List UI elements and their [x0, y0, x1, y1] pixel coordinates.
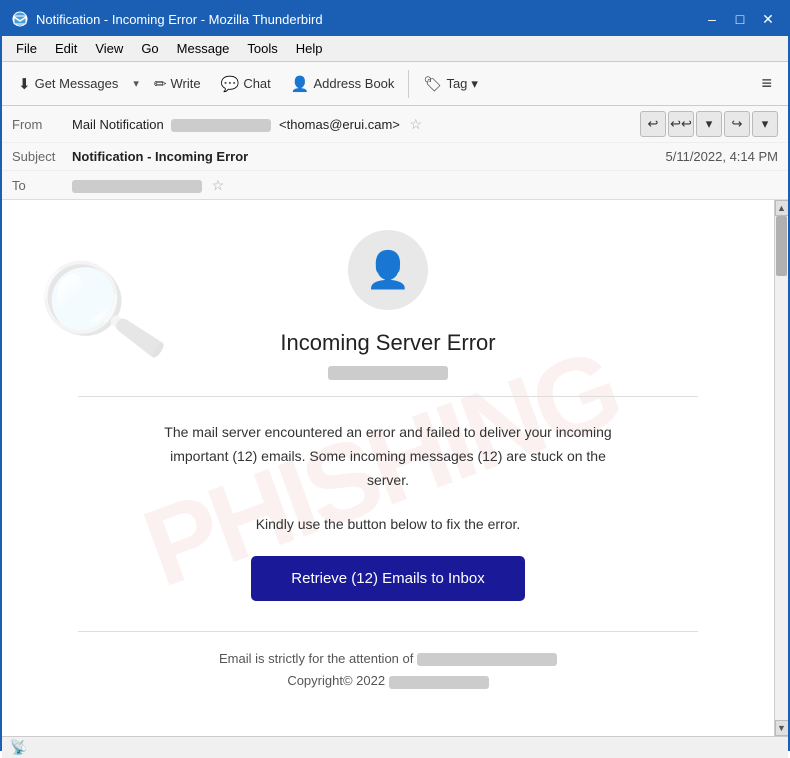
- scroll-track[interactable]: [775, 216, 788, 720]
- maximize-button[interactable]: □: [730, 9, 750, 29]
- menu-message[interactable]: Message: [169, 39, 238, 58]
- nav-dropdown-button[interactable]: ▾: [696, 111, 722, 137]
- subject-row: Subject Notification - Incoming Error 5/…: [2, 143, 788, 171]
- from-name: Mail Notification: [72, 117, 164, 132]
- cta-text: Kindly use the button below to fix the e…: [78, 516, 698, 532]
- email-title: Incoming Server Error: [78, 330, 698, 356]
- nav-buttons: ↩ ↩↩ ▾ ↪ ▾: [640, 111, 778, 137]
- from-address-blurred: [171, 119, 271, 132]
- subject-label: Subject: [12, 149, 72, 164]
- tag-button[interactable]: 🏷 Tag ▾: [415, 71, 486, 97]
- toolbar-separator: [408, 70, 409, 98]
- star-icon[interactable]: ☆: [410, 116, 423, 132]
- chat-icon: 💬: [221, 75, 240, 93]
- footer-domain-blurred: [389, 676, 489, 689]
- get-messages-button[interactable]: ⬇ Get Messages: [10, 71, 126, 97]
- write-button[interactable]: ✏ Write: [146, 71, 209, 97]
- divider-bottom: [78, 631, 698, 632]
- email-body-wrapper: 🔍 PHISHING 👤 Incoming Server Error The m…: [2, 200, 788, 736]
- tag-icon: 🏷: [423, 75, 442, 93]
- from-row: From Mail Notification <thomas@erui.cam>…: [2, 106, 788, 143]
- email-header: From Mail Notification <thomas@erui.cam>…: [2, 106, 788, 200]
- from-value: Mail Notification <thomas@erui.cam> ☆: [72, 116, 640, 133]
- write-icon: ✏: [154, 75, 167, 93]
- to-address-blurred: [72, 180, 202, 193]
- status-icon: 📡: [10, 739, 27, 756]
- menu-help[interactable]: Help: [288, 39, 331, 58]
- to-value: ☆: [72, 177, 778, 194]
- address-book-button[interactable]: 👤 Address Book: [283, 71, 403, 97]
- scrollbar[interactable]: ▲ ▼: [774, 200, 788, 736]
- to-star-icon[interactable]: ☆: [212, 177, 225, 193]
- email-footer: Email is strictly for the attention of C…: [78, 648, 698, 692]
- forward-button[interactable]: ↪: [724, 111, 750, 137]
- scroll-down-arrow[interactable]: ▼: [775, 720, 789, 736]
- from-label: From: [12, 117, 72, 132]
- get-messages-dropdown[interactable]: ▾: [130, 73, 142, 94]
- menu-tools[interactable]: Tools: [239, 39, 285, 58]
- subject-value: Notification - Incoming Error: [72, 149, 665, 164]
- menu-go[interactable]: Go: [133, 39, 166, 58]
- menu-edit[interactable]: Edit: [47, 39, 85, 58]
- app-icon: [12, 11, 28, 27]
- footer-email-blurred: [417, 653, 557, 666]
- window-controls: – □ ✕: [702, 9, 778, 29]
- title-bar: Notification - Incoming Error - Mozilla …: [2, 2, 788, 36]
- to-label: To: [12, 178, 72, 193]
- domain-blurred: [328, 366, 448, 380]
- email-content: 👤 Incoming Server Error The mail server …: [38, 200, 738, 723]
- get-messages-icon: ⬇: [18, 75, 31, 93]
- email-date: 5/11/2022, 4:14 PM: [665, 149, 778, 164]
- toolbar: ⬇ Get Messages ▾ ✏ Write 💬 Chat 👤 Addres…: [2, 62, 788, 106]
- logo-person-icon: 👤: [366, 249, 411, 291]
- retrieve-button[interactable]: Retrieve (12) Emails to Inbox: [251, 556, 524, 601]
- menu-file[interactable]: File: [8, 39, 45, 58]
- scroll-thumb[interactable]: [776, 216, 787, 276]
- menu-bar: File Edit View Go Message Tools Help: [2, 36, 788, 62]
- divider-top: [78, 396, 698, 397]
- from-email: <thomas@erui.cam>: [279, 117, 400, 132]
- status-bar: 📡: [2, 736, 788, 758]
- tag-dropdown-icon: ▾: [471, 76, 478, 92]
- minimize-button[interactable]: –: [702, 9, 722, 29]
- close-button[interactable]: ✕: [758, 9, 778, 29]
- window-title: Notification - Incoming Error - Mozilla …: [36, 12, 323, 27]
- menu-view[interactable]: View: [87, 39, 131, 58]
- footer-copyright: Copyright© 2022: [287, 673, 385, 688]
- reply-all-button[interactable]: ↩↩: [668, 111, 694, 137]
- scroll-up-arrow[interactable]: ▲: [775, 200, 789, 216]
- more-button[interactable]: ▾: [752, 111, 778, 137]
- body-text: The mail server encountered an error and…: [78, 421, 698, 492]
- to-row: To ☆: [2, 171, 788, 199]
- address-book-icon: 👤: [291, 75, 310, 93]
- hamburger-menu-button[interactable]: ≡: [753, 69, 780, 98]
- reply-button[interactable]: ↩: [640, 111, 666, 137]
- footer-attention-text: Email is strictly for the attention of: [219, 651, 413, 666]
- logo-circle: 👤: [348, 230, 428, 310]
- email-body: 🔍 PHISHING 👤 Incoming Server Error The m…: [2, 200, 774, 736]
- logo-area: 👤: [78, 230, 698, 310]
- chat-button[interactable]: 💬 Chat: [213, 71, 279, 97]
